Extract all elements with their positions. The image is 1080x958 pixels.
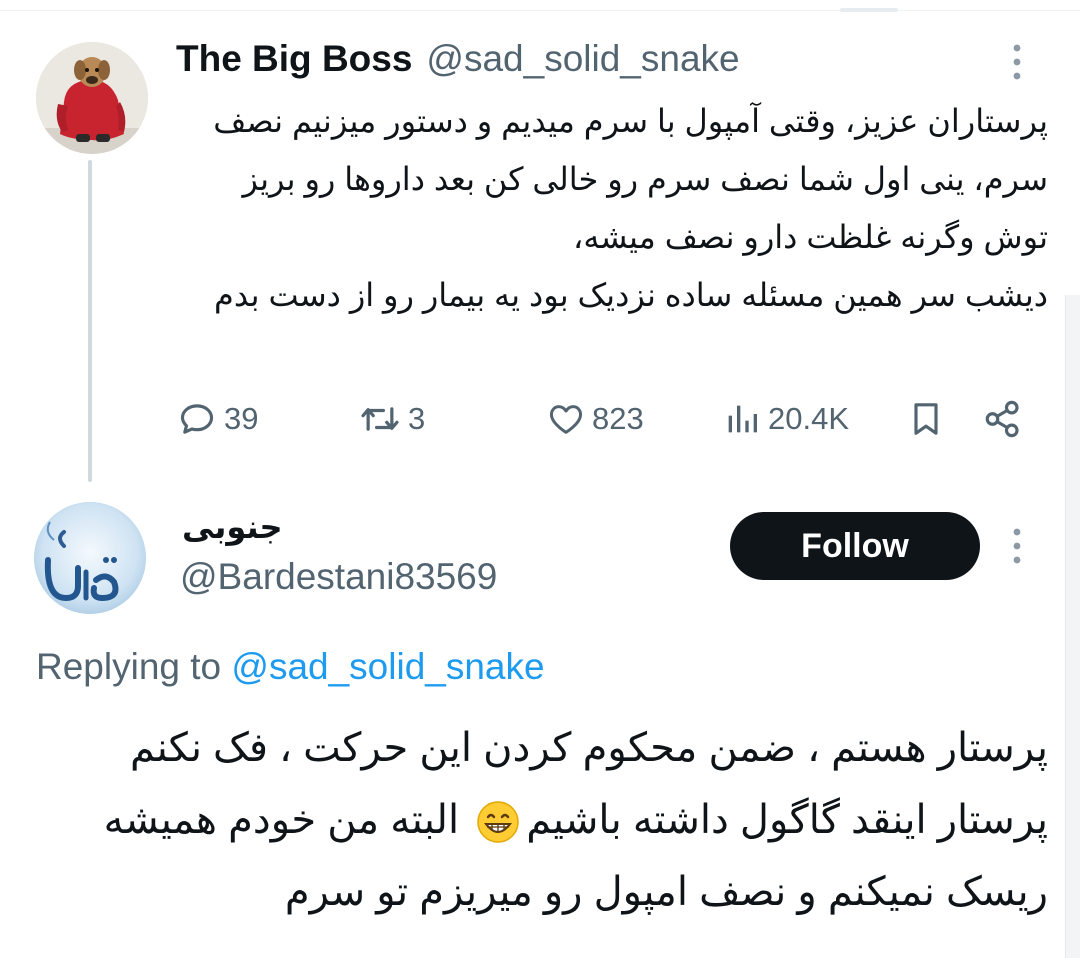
bookmark-icon [914,403,938,435]
replying-to-line: Replying to @sad_solid_snake [36,646,545,688]
top-edge-tab [840,8,898,12]
top-divider [0,10,1080,11]
scrollbar[interactable] [1065,295,1080,958]
reply-count: 39 [224,401,259,436]
more-vertical-icon[interactable] [1010,42,1024,88]
author-handle[interactable]: @sad_solid_snake [426,38,739,80]
like-button[interactable]: 823 [546,392,644,446]
tweet-action-bar: 39 3 823 20.4K [170,392,1040,446]
reply-text: پرستار هستم ، ضمن محکوم کردن این حرکت ، … [36,712,1048,928]
avatar-image [36,42,148,154]
like-count: 823 [592,401,644,436]
tweet-text: پرستاران عزیز، وقتی آمپول با سرم میدیم و… [213,103,1048,313]
more-vertical-icon[interactable] [1010,526,1024,572]
repost-arrows-icon [361,407,399,431]
follow-button[interactable]: Follow [730,512,980,580]
grinning-face-emoji [477,801,519,844]
avatar[interactable] [34,502,146,614]
view-count: 20.4K [768,401,850,436]
speech-bubble-icon [180,404,214,434]
reply-button[interactable]: 39 [176,392,258,446]
reply-author-name[interactable]: جنوبی [182,508,283,546]
avatar[interactable] [36,42,148,154]
heart-icon [549,405,583,434]
replying-to-mention[interactable]: @sad_solid_snake [231,646,544,687]
repost-button[interactable]: 3 [358,392,425,446]
share-icon [985,400,1019,438]
share-button[interactable] [982,392,1024,446]
thread-connector-line [88,160,92,482]
bookmark-button[interactable] [906,392,946,446]
replying-prefix: Replying to [36,646,222,687]
author-name[interactable]: The Big Boss [176,38,412,80]
repost-count: 3 [408,401,426,436]
bar-chart-icon [728,405,757,433]
avatar-image [34,502,146,614]
views-button[interactable]: 20.4K [722,392,849,446]
tweet-author-row: The Big Boss @sad_solid_snake [176,38,740,84]
reply-author-handle[interactable]: @Bardestani83569 [180,556,497,598]
